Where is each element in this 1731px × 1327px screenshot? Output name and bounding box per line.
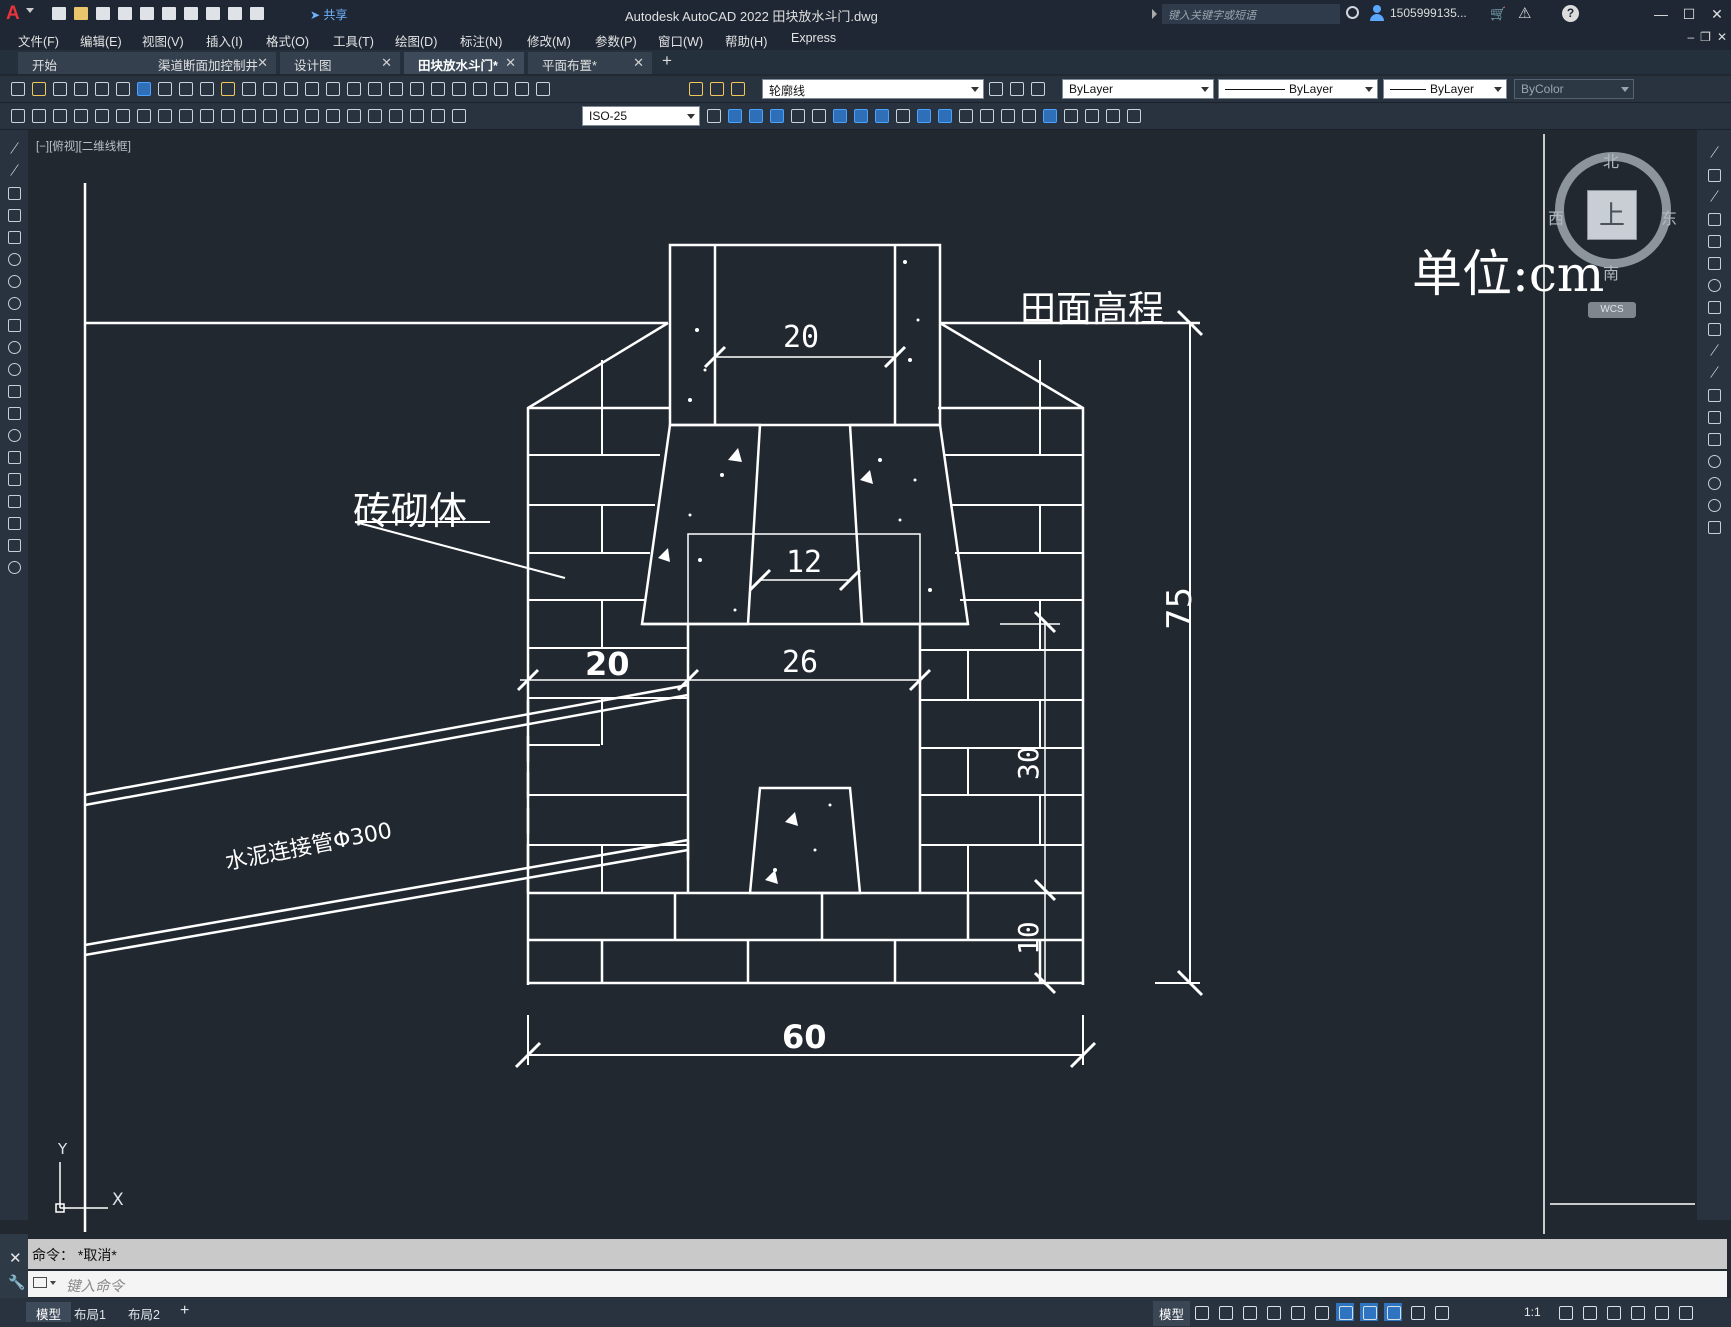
quick-properties-icon[interactable] — [1628, 1303, 1646, 1321]
autocad-window: A ➤ 共享 Autodesk AutoCAD 2022 田块放水斗门.dwg … — [0, 0, 1731, 1327]
polar-icon[interactable] — [1264, 1303, 1282, 1321]
isodraft-icon[interactable] — [1288, 1303, 1306, 1321]
layout-tab-1[interactable]: 布局1 — [64, 1302, 116, 1322]
dim-top-width: 20 — [783, 320, 820, 355]
right-wing-outline — [939, 321, 1085, 985]
snap-icon[interactable] — [1216, 1303, 1234, 1321]
command-close-icon[interactable]: ✕ — [9, 1249, 22, 1267]
ucs-icon — [55, 1162, 108, 1213]
dim-total-height: 75 — [1160, 586, 1200, 630]
selection-cycling-icon[interactable] — [1384, 1303, 1402, 1321]
model-space-button[interactable]: 模型 — [1153, 1301, 1191, 1326]
annotation-monitor-icon[interactable] — [1580, 1303, 1598, 1321]
status-bar: 模型 布局1 布局2 + — [0, 1298, 1731, 1327]
grid-icon[interactable] — [1192, 1303, 1210, 1321]
command-input[interactable]: 键入命令 — [28, 1271, 1727, 1297]
cad-drawing — [55, 134, 1695, 1234]
customization-icon[interactable] — [1676, 1303, 1694, 1321]
viewcube-west[interactable]: 西 — [1548, 205, 1564, 229]
status-toggles — [1192, 1302, 1450, 1322]
ucs-x-label: X — [112, 1190, 124, 1210]
lineweight-icon[interactable] — [1360, 1303, 1378, 1321]
recent-commands-icon[interactable] — [33, 1277, 47, 1288]
dim-height-30: 30 — [1012, 746, 1045, 780]
bottom-concrete-block — [748, 786, 862, 895]
ucs-y-label: Y — [58, 1140, 68, 1158]
units-icon[interactable] — [1604, 1303, 1622, 1321]
object-snap-tracking-icon[interactable] — [1312, 1303, 1330, 1321]
masonry-label: 砖砌体 — [353, 489, 468, 533]
dim-inner-width: 12 — [786, 545, 823, 580]
status-right-tools — [1556, 1302, 1694, 1322]
add-layout-button[interactable]: + — [180, 1302, 189, 1320]
annotation-visibility-icon[interactable] — [1408, 1303, 1426, 1321]
auto-scale-icon[interactable] — [1432, 1303, 1450, 1321]
viewcube-south[interactable]: 南 — [1603, 260, 1619, 284]
object-snap-icon[interactable] — [1336, 1303, 1354, 1321]
dim-base-width: 60 — [782, 1018, 827, 1056]
left-brick-courses — [528, 360, 688, 893]
annotation-scale[interactable]: 1:1 — [1524, 1305, 1541, 1319]
dim-wall-width: 20 — [585, 645, 630, 683]
dim-height-10: 10 — [1012, 921, 1045, 955]
viewcube-top-face[interactable]: 上 — [1587, 190, 1637, 240]
command-history: 命令： *取消* — [28, 1239, 1727, 1269]
right-brick-courses — [920, 360, 1083, 893]
command-customize-icon[interactable]: 🔧 — [8, 1274, 25, 1291]
layout-tab-2[interactable]: 布局2 — [118, 1302, 170, 1322]
field-elevation-label: 田面高程 — [1020, 289, 1165, 330]
viewcube-north[interactable]: 北 — [1603, 148, 1619, 172]
wcs-menu[interactable]: WCS — [1588, 302, 1636, 318]
workspace-gear-icon[interactable] — [1556, 1303, 1574, 1321]
viewcube-east[interactable]: 东 — [1661, 205, 1677, 229]
dim-outlet-width: 26 — [782, 645, 819, 680]
ortho-icon[interactable] — [1240, 1303, 1258, 1321]
clean-screen-icon[interactable] — [1652, 1303, 1670, 1321]
chevron-down-icon[interactable] — [50, 1281, 56, 1285]
